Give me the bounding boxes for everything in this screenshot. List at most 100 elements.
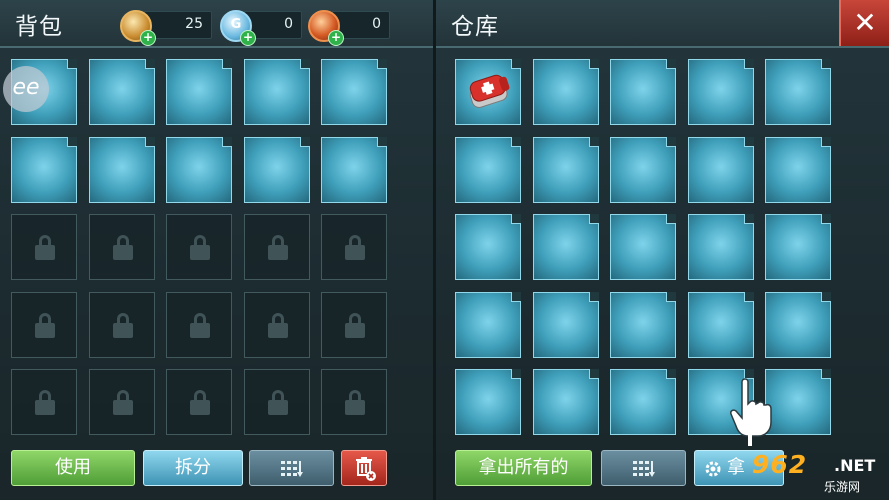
- warehouse-panel: 仓库 ✕ 拿出所有的 拿: [436, 0, 889, 500]
- locked-slot: [243, 369, 310, 435]
- inventory-slot[interactable]: [610, 369, 676, 435]
- lock-icon: [344, 312, 366, 339]
- add-gem-icon[interactable]: +: [240, 30, 256, 46]
- lock-icon: [112, 312, 134, 339]
- inventory-slot[interactable]: [455, 291, 521, 358]
- inventory-slot[interactable]: [243, 136, 310, 203]
- locked-slot: [166, 214, 232, 280]
- medkit-icon: [469, 74, 510, 108]
- inventory-slot[interactable]: [610, 59, 676, 125]
- bag-sort-button[interactable]: [249, 450, 334, 486]
- add-medal-icon[interactable]: +: [328, 30, 344, 46]
- watermark-suffix: .NET: [834, 456, 876, 475]
- locked-slot: [166, 369, 232, 435]
- inventory-slot[interactable]: [765, 369, 831, 435]
- inventory-slot[interactable]: [765, 214, 831, 280]
- red-medal-coin-icon: +: [308, 10, 344, 46]
- inventory-slot[interactable]: [321, 59, 387, 125]
- inventory-slot[interactable]: [455, 136, 521, 203]
- inventory-slot[interactable]: [243, 59, 310, 125]
- inventory-slot[interactable]: [765, 291, 831, 358]
- lock-icon: [34, 235, 56, 261]
- close-button[interactable]: ✕: [839, 0, 889, 46]
- gem-currency: 0 G +: [220, 10, 314, 46]
- inventory-slot[interactable]: [166, 59, 232, 125]
- inventory-slot[interactable]: [532, 136, 599, 203]
- take-button-label: 拿: [727, 457, 745, 478]
- bag-header: 背包 25 + 0 G + 0 +: [0, 0, 434, 48]
- discard-button[interactable]: [341, 450, 387, 486]
- gear-icon: [705, 461, 721, 477]
- lock-icon: [267, 235, 289, 261]
- inventory-slot[interactable]: [166, 136, 232, 203]
- gold-coin-icon: +: [120, 10, 156, 46]
- trash-icon: [356, 457, 376, 481]
- inventory-slot[interactable]: [88, 59, 155, 125]
- sort-icon: [632, 461, 655, 477]
- locked-slot: [243, 214, 310, 280]
- split-button[interactable]: 拆分: [143, 450, 243, 486]
- locked-slot: [11, 214, 77, 280]
- inventory-slot[interactable]: [88, 136, 155, 203]
- inventory-slot[interactable]: [687, 59, 754, 125]
- warehouse-sort-button[interactable]: [601, 450, 686, 486]
- watermark-subtitle: 乐游网: [824, 480, 861, 494]
- site-watermark: 962 .NET 乐游网: [752, 450, 882, 496]
- inventory-slot[interactable]: [765, 136, 831, 203]
- gold-amount: 25: [185, 16, 203, 32]
- locked-slot: [243, 291, 310, 358]
- inventory-slot[interactable]: [687, 136, 754, 203]
- pointing-hand-icon: [730, 378, 772, 446]
- inventory-slot[interactable]: [455, 59, 521, 125]
- inventory-slot[interactable]: [532, 59, 599, 125]
- inventory-slot[interactable]: [610, 291, 676, 358]
- locked-slot: [88, 291, 155, 358]
- inventory-slot[interactable]: [455, 214, 521, 280]
- inventory-slot[interactable]: [532, 291, 599, 358]
- blue-gem-coin-icon: G +: [220, 10, 256, 46]
- inventory-slot[interactable]: [11, 136, 77, 203]
- locked-slot: [11, 369, 77, 435]
- lock-icon: [189, 312, 211, 339]
- locked-slot: [321, 214, 387, 280]
- locked-slot: [321, 369, 387, 435]
- add-gold-icon[interactable]: +: [140, 30, 156, 46]
- take-all-button[interactable]: 拿出所有的: [455, 450, 592, 486]
- sort-icon: [280, 461, 303, 477]
- warehouse-title: 仓库: [451, 14, 499, 40]
- inventory-slot[interactable]: [321, 136, 387, 203]
- locked-slot: [166, 291, 232, 358]
- bag-title: 背包: [15, 14, 63, 40]
- lock-icon: [112, 390, 134, 416]
- inventory-slot[interactable]: [687, 291, 754, 358]
- lock-icon: [344, 235, 366, 261]
- gem-amount: 0: [284, 16, 293, 32]
- locked-slot: [88, 214, 155, 280]
- bag-panel: 背包 25 + 0 G + 0 + 使用 拆分: [0, 0, 434, 500]
- lock-icon: [267, 390, 289, 416]
- locked-slot: [321, 291, 387, 358]
- watermark-number: 962: [752, 450, 808, 479]
- lock-icon: [344, 390, 366, 416]
- medal-amount: 0: [372, 16, 381, 32]
- lock-icon: [189, 390, 211, 416]
- inventory-slot[interactable]: [455, 369, 521, 435]
- inventory-slot[interactable]: [532, 369, 599, 435]
- inventory-slot[interactable]: [610, 136, 676, 203]
- locked-slot: [88, 369, 155, 435]
- lock-icon: [112, 235, 134, 261]
- inventory-slot[interactable]: [610, 214, 676, 280]
- medal-currency: 0 +: [308, 10, 402, 46]
- use-button[interactable]: 使用: [11, 450, 135, 486]
- lock-icon: [189, 235, 211, 261]
- inventory-slot[interactable]: [765, 59, 831, 125]
- locked-slot: [11, 291, 77, 358]
- floating-assistant-bubble[interactable]: ee: [3, 66, 49, 112]
- lock-icon: [34, 312, 56, 339]
- warehouse-header: 仓库 ✕: [436, 0, 889, 48]
- gold-currency: 25 +: [120, 10, 214, 46]
- inventory-slot[interactable]: [687, 214, 754, 280]
- lock-icon: [267, 312, 289, 339]
- lock-icon: [34, 390, 56, 416]
- inventory-slot[interactable]: [532, 214, 599, 280]
